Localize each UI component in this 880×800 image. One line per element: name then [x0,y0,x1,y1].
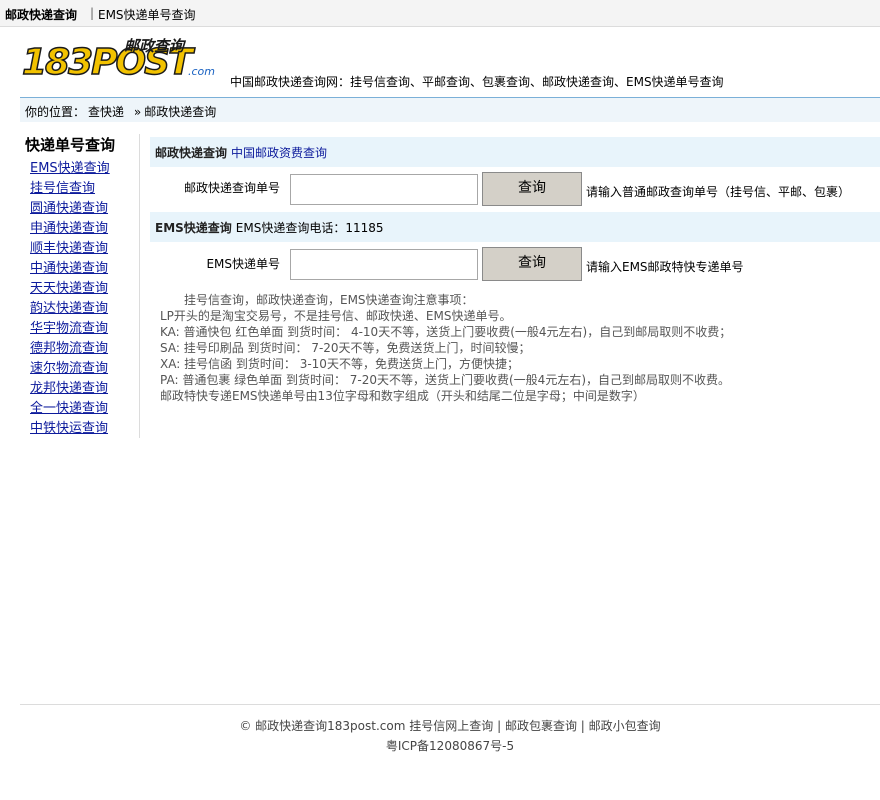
ems-hint: 请输入EMS邮政特快专递单号 [586,260,744,274]
postal-rates-link[interactable]: 中国邮政资费查询 [231,146,327,160]
logo-subtitle: 邮政查询 [124,37,185,55]
footer-separator: | [497,719,502,733]
ems-phone: EMS快递查询电话：11185 [235,221,384,235]
postal-section-header: 邮政快递查询 中国邮政资费查询 [150,137,880,167]
footer-link-parcel[interactable]: 邮政包裹查询 [505,719,577,733]
sidebar-item-zhongtie[interactable]: 中铁快运查询 [30,421,108,436]
sidebar-title: 快递单号查询 [25,136,116,154]
sidebar-item-yto[interactable]: 圆通快递查询 [30,201,108,216]
ems-query-button[interactable]: 查询 [482,247,582,281]
notes-line: PA: 普通包裹 绿色单面 到货时间： 7-20天不等，送货上门要收费(一般4元… [160,373,731,387]
footer-links: © 邮政快递查询183post.com 挂号信网上查询 | 邮政包裹查询 | 邮… [0,717,880,734]
breadcrumb-item-current: 邮政快递查询 [144,105,217,119]
ems-field-label: EMS快递单号 [206,257,280,271]
footer-separator: | [580,719,585,733]
postal-section-title: 邮政快递查询 [155,146,228,160]
sidebar-item-zto[interactable]: 中通快递查询 [30,261,108,276]
sidebar-item-tiantian[interactable]: 天天快递查询 [30,281,108,296]
sidebar-item-registered-mail[interactable]: 挂号信查询 [30,181,95,196]
notes-block: 挂号信查询，邮政快递查询，EMS快递查询注意事项： LP开头的是淘宝交易号，不是… [160,292,870,404]
footer-divider [20,704,880,705]
ems-section-title: EMS快递查询 [155,221,232,235]
logo-domain: .com [188,65,215,78]
sidebar-item-huayu[interactable]: 华宇物流查询 [30,321,108,336]
header-tagline: 中国邮政快递查询网：挂号信查询、平邮查询、包裹查询、邮政快递查询、EMS快递单号… [230,75,724,89]
notes-line: SA: 挂号印刷品 到货时间： 7-20天不等，免费送货上门，时间较慢； [160,341,531,355]
sidebar-item-sto[interactable]: 申通快递查询 [30,221,108,236]
topbar-ems-link[interactable]: EMS快递单号查询 [98,6,196,23]
footer-icp: 粤ICP备12080867号-5 [385,739,515,753]
footer-link-small-packet[interactable]: 邮政小包查询 [589,719,661,733]
breadcrumb-item-express[interactable]: 查快递 [88,105,124,119]
site-logo[interactable]: 183POST 邮政查询 .com [21,35,218,85]
topbar-separator: | [90,6,95,20]
sidebar-item-debang[interactable]: 德邦物流查询 [30,341,108,356]
sidebar: 快递单号查询 EMS快递查询 挂号信查询 圆通快递查询 申通快递查询 顺丰快递查… [20,134,140,438]
postal-field-label: 邮政快递查询单号 [183,181,280,195]
postal-query-button[interactable]: 查询 [482,172,582,206]
sidebar-list: EMS快递查询 挂号信查询 圆通快递查询 申通快递查询 顺丰快递查询 中通快递查… [30,159,110,439]
postal-hint: 请输入普通邮政查询单号（挂号信、平邮、包裹） [586,185,851,199]
ems-section-header: EMS快递查询 EMS快递查询电话：11185 [150,212,880,242]
breadcrumb: 你的位置： 查快递 » 邮政快递查询 [20,97,880,122]
sidebar-item-ems[interactable]: EMS快递查询 [30,161,110,176]
sidebar-item-yunda[interactable]: 韵达快递查询 [30,301,108,316]
footer-link-registered-mail[interactable]: 挂号信网上查询 [409,719,493,733]
notes-line: LP开头的是淘宝交易号，不是挂号信、邮政快递、EMS快递单号。 [160,309,512,323]
breadcrumb-prefix: 你的位置： [25,105,86,119]
breadcrumb-arrow: » [133,105,142,119]
sidebar-item-sf[interactable]: 顺丰快递查询 [30,241,108,256]
postal-tracking-input[interactable] [290,174,478,205]
footer-copyright: © 邮政快递查询183post.com [239,719,406,733]
notes-heading: 挂号信查询，邮政快递查询，EMS快递查询注意事项： [184,293,474,307]
sidebar-item-suer[interactable]: 速尔物流查询 [30,361,108,376]
ems-tracking-input[interactable] [290,249,478,280]
site-title: 邮政快递查询 [5,8,78,22]
top-bar: 邮政快递查询 | EMS快递单号查询 [0,0,880,27]
sidebar-item-longbang[interactable]: 龙邦快递查询 [30,381,108,396]
sidebar-item-quanyi[interactable]: 全一快递查询 [30,401,108,416]
notes-line: 邮政特快专递EMS快递单号由13位字母和数字组成（开头和结尾二位是字母；中间是数… [160,389,645,403]
notes-line: KA: 普通快包 红色单面 到货时间： 4-10天不等，送货上门要收费(一般4元… [160,325,732,339]
notes-line: XA: 挂号信函 到货时间： 3-10天不等，免费送货上门，方便快捷； [160,357,519,371]
